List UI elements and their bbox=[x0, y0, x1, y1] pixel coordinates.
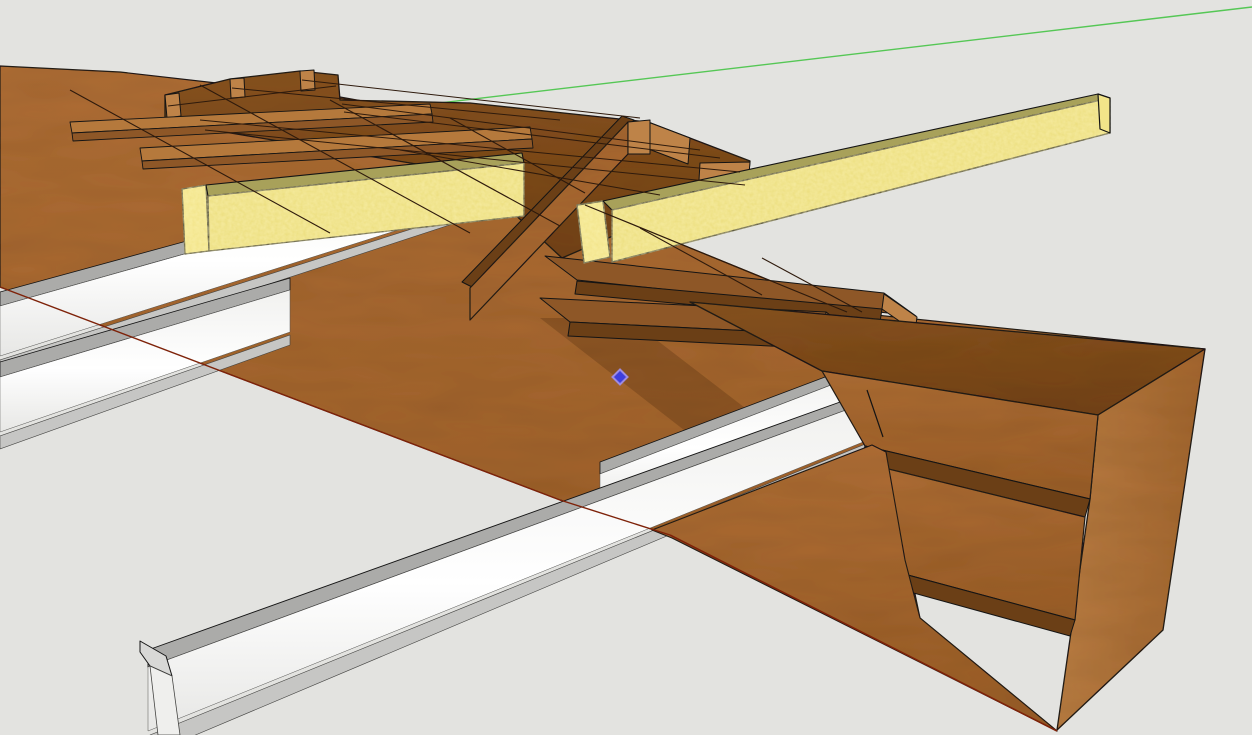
scene-canvas[interactable] bbox=[0, 0, 1252, 735]
insulation-beam-a-end-cap[interactable] bbox=[181, 184, 210, 255]
insulation-beam-b-end-cap-right[interactable] bbox=[1097, 93, 1111, 134]
modeling-viewport[interactable] bbox=[0, 0, 1252, 735]
